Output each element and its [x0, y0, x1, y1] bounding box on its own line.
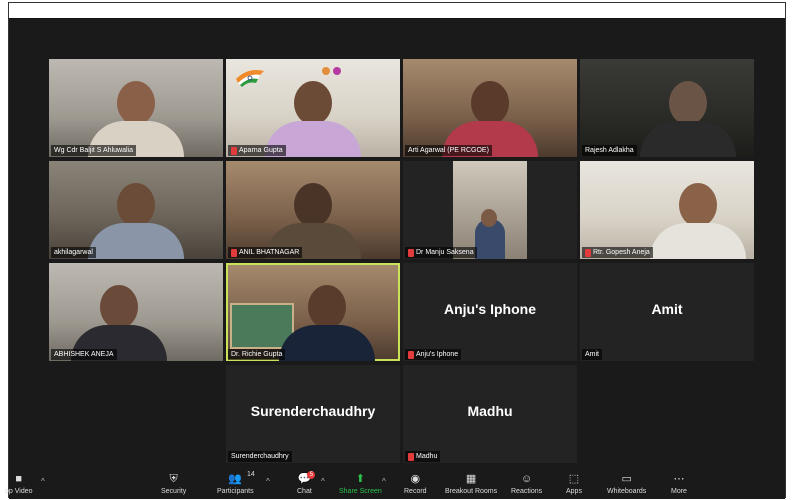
video-tile[interactable]: ABHISHEK ANEJA — [49, 263, 223, 361]
video-tile-active-speaker[interactable]: Dr. Richie Gupta — [226, 263, 400, 361]
participant-name: Anju's Iphone — [405, 349, 462, 360]
video-tile[interactable]: ANIL BHATNAGAR — [226, 161, 400, 259]
video-tile[interactable]: akhilagarwal — [49, 161, 223, 259]
video-tile[interactable]: Aparna Gupta — [226, 59, 400, 157]
video-tile[interactable]: Arti Agarwal (PE RCGOE) — [403, 59, 577, 157]
share-screen-button[interactable]: ⬆ Share Screen — [339, 473, 382, 496]
participants-options-caret[interactable]: ^ — [266, 477, 270, 486]
video-tile[interactable]: Wg Cdr Baljit S Ahluwalia — [49, 59, 223, 157]
muted-mic-icon — [408, 248, 414, 257]
ellipsis-icon: ⋯ — [673, 473, 685, 485]
logo-icon — [333, 67, 341, 75]
participant-video — [639, 81, 736, 157]
share-screen-icon: ⬆ — [355, 473, 366, 485]
participant-video — [88, 183, 184, 259]
video-tile[interactable]: Amit Amit — [580, 263, 754, 361]
participant-name: Dr Manju Saksena — [405, 247, 477, 258]
meeting-toolbar: ■ op Video ^ ⛨ Security 👥 Participants 1… — [5, 471, 785, 499]
gallery-view: Wg Cdr Baljit S Ahluwalia Aparna Gupta A… — [9, 19, 785, 471]
event-logos — [322, 67, 341, 75]
participant-name: Surenderchaudhry — [228, 451, 292, 462]
security-button[interactable]: ⛨ Security — [161, 473, 186, 496]
record-icon: ◉ — [410, 473, 421, 485]
reactions-button[interactable]: ☺ Reactions — [511, 473, 542, 496]
apps-button[interactable]: ⬚ Apps — [566, 473, 582, 496]
zoom-window: Wg Cdr Baljit S Ahluwalia Aparna Gupta A… — [5, 2, 786, 499]
muted-mic-icon — [231, 248, 237, 257]
whiteboards-button[interactable]: ▭ Whiteboards — [607, 473, 646, 496]
video-tile[interactable]: Anju's Iphone Anju's Iphone — [403, 263, 577, 361]
participant-display-name: Surenderchaudhry — [250, 403, 376, 419]
participants-count: 14 — [247, 471, 255, 478]
video-tile[interactable]: Surenderchaudhry Surenderchaudhry — [226, 365, 400, 463]
participant-name: ABHISHEK ANEJA — [51, 349, 117, 360]
share-options-caret[interactable]: ^ — [382, 477, 386, 486]
participant-video — [650, 183, 747, 259]
participant-display-name: Madhu — [467, 403, 513, 419]
grid-icon: ▦ — [465, 473, 477, 485]
participant-video — [453, 161, 527, 259]
chat-options-caret[interactable]: ^ — [321, 477, 325, 486]
chat-button[interactable]: 💬 5 Chat — [297, 471, 316, 495]
logo-icon — [322, 67, 330, 75]
participant-display-name: Amit — [651, 301, 683, 317]
video-options-caret[interactable]: ^ — [41, 477, 45, 486]
participant-name: Dr. Richie Gupta — [228, 349, 286, 360]
participant-name: Rtr. Gopesh Aneja — [582, 247, 653, 258]
people-icon: 👥 — [228, 473, 243, 485]
chat-bubble-icon: 💬 5 — [297, 471, 316, 486]
participant-name: ANIL BHATNAGAR — [228, 247, 303, 258]
participant-display-name: Anju's Iphone — [444, 301, 536, 317]
title-bar — [9, 3, 785, 19]
video-tile[interactable]: Rajesh Adlakha — [580, 59, 754, 157]
participant-name: Wg Cdr Baljit S Ahluwalia — [51, 145, 136, 156]
video-tile[interactable]: Madhu Madhu — [403, 365, 577, 463]
apps-icon: ⬚ — [568, 473, 580, 485]
video-tile[interactable]: Dr Manju Saksena — [403, 161, 577, 259]
shield-icon: ⛨ — [169, 473, 178, 485]
participant-name: Aparna Gupta — [228, 145, 286, 156]
video-camera-icon: ■ — [15, 473, 23, 485]
smiley-icon: ☺ — [520, 473, 533, 485]
stop-video-button[interactable]: ■ op Video — [5, 473, 33, 496]
muted-mic-icon — [408, 350, 414, 359]
participant-name: Arti Agarwal (PE RCGOE) — [405, 145, 492, 156]
chat-unread-badge: 5 — [307, 471, 316, 479]
participant-name: Rajesh Adlakha — [582, 145, 637, 156]
participant-video — [278, 285, 375, 361]
participant-name: akhilagarwal — [51, 247, 96, 258]
record-button[interactable]: ◉ Record — [404, 473, 427, 496]
breakout-rooms-button[interactable]: ▦ Breakout Rooms — [445, 473, 497, 496]
muted-mic-icon — [408, 452, 414, 461]
video-tile[interactable]: Rtr. Gopesh Aneja — [580, 161, 754, 259]
whiteboard-icon: ▭ — [621, 473, 632, 485]
muted-mic-icon — [585, 248, 591, 257]
participant-name: Madhu — [405, 451, 441, 462]
muted-mic-icon — [231, 146, 237, 155]
participant-name: Amit — [582, 349, 602, 360]
more-button[interactable]: ⋯ More — [671, 473, 687, 496]
